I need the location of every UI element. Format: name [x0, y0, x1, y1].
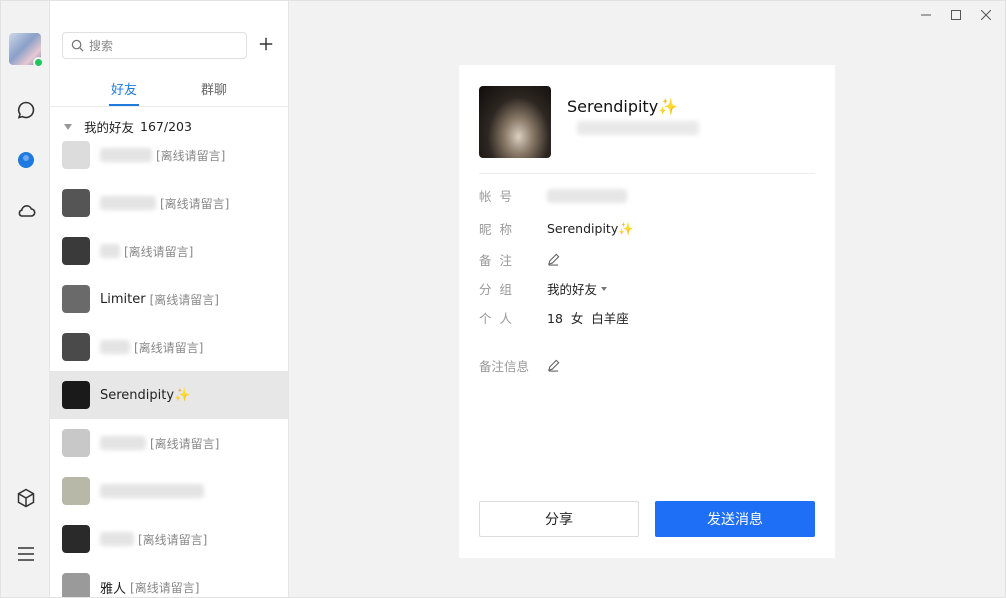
- contact-avatar: [62, 285, 90, 313]
- contact-status: [离线请留言]: [156, 148, 226, 163]
- contact-name-redacted: [100, 484, 204, 498]
- contact-status: [离线请留言]: [124, 244, 194, 259]
- contact-status: [离线请留言]: [160, 196, 230, 211]
- contacts-icon[interactable]: [15, 149, 37, 171]
- contact-name: 雅人: [100, 581, 127, 597]
- contact-avatar: [62, 573, 90, 597]
- contact-list-item[interactable]: [离线请留言]: [50, 227, 288, 275]
- user-avatar[interactable]: [9, 33, 44, 68]
- contact-name-redacted: [100, 436, 146, 450]
- contact-name-redacted: [100, 244, 120, 258]
- personal-value: 18 女 白羊座: [547, 311, 629, 326]
- personal-row: 个 人 18 女 白羊座: [479, 308, 629, 327]
- maximize-icon: [951, 10, 961, 20]
- cloud-icon[interactable]: [15, 199, 37, 221]
- contact-name: Serendipity✨: [100, 387, 191, 403]
- remark-edit-icon[interactable]: [547, 253, 560, 266]
- contact-status: [离线请留言]: [130, 580, 200, 595]
- contact-name-redacted: [100, 340, 130, 354]
- profile-name: Serendipity✨: [567, 97, 679, 116]
- contact-avatar: [62, 381, 90, 409]
- contact-list-item[interactable]: [50, 467, 288, 515]
- divider: [479, 173, 815, 174]
- account-label: 帐 号: [479, 189, 512, 204]
- app-center-cube-icon[interactable]: [15, 487, 37, 509]
- contact-name-redacted: [100, 196, 156, 210]
- chat-icon[interactable]: [15, 99, 37, 121]
- contact-status: [离线请留言]: [138, 532, 208, 547]
- contact-list-item[interactable]: [离线请留言]: [50, 515, 288, 563]
- contacts-panel: 好友 群聊 我的好友 167/203 [离线请留言][离线请留言][离线请留言]…: [50, 1, 289, 597]
- group-row: 分 组 我的好友: [479, 279, 608, 298]
- contact-avatar: [62, 525, 90, 553]
- remark-label: 备 注: [479, 253, 512, 268]
- maximize-button[interactable]: [941, 7, 971, 23]
- close-icon: [981, 10, 991, 20]
- close-button[interactable]: [971, 7, 1001, 23]
- contact-status: [离线请留言]: [134, 340, 204, 355]
- contact-tabs: 好友 群聊: [50, 71, 288, 107]
- online-status-dot: [33, 57, 44, 68]
- contact-avatar: [62, 189, 90, 217]
- chevron-down-icon: [601, 286, 608, 291]
- send-message-button[interactable]: 发送消息: [655, 501, 815, 537]
- profile-avatar[interactable]: [479, 86, 551, 158]
- contact-list-item[interactable]: Serendipity✨: [50, 371, 288, 419]
- contact-name-redacted: [100, 148, 152, 162]
- contact-avatar: [62, 237, 90, 265]
- personal-label: 个 人: [479, 311, 512, 326]
- remark-info-row: 备注信息: [479, 356, 560, 375]
- remark-info-edit-icon[interactable]: [547, 359, 560, 372]
- window-controls: [911, 7, 1001, 23]
- account-row: 帐 号: [479, 186, 627, 205]
- plus-icon: [259, 37, 273, 51]
- contact-list-item[interactable]: Limiter [离线请留言]: [50, 275, 288, 323]
- contact-status: [离线请留言]: [150, 436, 220, 451]
- group-value: 我的好友: [547, 282, 598, 297]
- tab-friends[interactable]: 好友: [108, 79, 140, 106]
- remark-info-label: 备注信息: [479, 359, 530, 374]
- nickname-row: 昵 称 Serendipity✨: [479, 219, 634, 238]
- collapse-triangle-icon: [64, 123, 72, 130]
- account-value-redacted: [547, 188, 627, 203]
- contact-avatar: [62, 429, 90, 457]
- profile-signature-redacted: [577, 121, 699, 135]
- contact-list-item[interactable]: [离线请留言]: [50, 323, 288, 371]
- remark-row: 备 注: [479, 250, 560, 269]
- contact-name-redacted: [100, 532, 134, 546]
- share-button[interactable]: 分享: [479, 501, 639, 537]
- group-select[interactable]: 我的好友: [547, 279, 608, 298]
- contact-list-item[interactable]: 雅人 [离线请留言]: [50, 563, 288, 597]
- contact-name: Limiter: [100, 291, 146, 307]
- nickname-value: Serendipity✨: [547, 220, 634, 236]
- nav-rail: [1, 1, 50, 597]
- add-button[interactable]: [257, 35, 275, 53]
- contact-list-item[interactable]: [离线请留言]: [50, 131, 288, 179]
- contact-avatar: [62, 141, 90, 169]
- contact-avatar: [62, 333, 90, 361]
- contact-list-item[interactable]: [离线请留言]: [50, 419, 288, 467]
- menu-icon[interactable]: [15, 543, 37, 565]
- nickname-label: 昵 称: [479, 222, 512, 237]
- search-input[interactable]: [89, 38, 239, 53]
- contact-status: [离线请留言]: [149, 292, 219, 307]
- main-area: Serendipity✨ 帐 号 昵 称 Serendipity✨ 备 注 分 …: [289, 1, 1005, 597]
- search-box[interactable]: [62, 32, 247, 59]
- minimize-button[interactable]: [911, 7, 941, 23]
- group-label: 分 组: [479, 282, 512, 297]
- minimize-icon: [921, 14, 931, 16]
- search-icon: [71, 39, 84, 52]
- contact-list-item[interactable]: [离线请留言]: [50, 179, 288, 227]
- contact-avatar: [62, 477, 90, 505]
- app-window: 好友 群聊 我的好友 167/203 [离线请留言][离线请留言][离线请留言]…: [0, 0, 1006, 598]
- profile-card: Serendipity✨ 帐 号 昵 称 Serendipity✨ 备 注 分 …: [459, 65, 835, 558]
- tab-groups[interactable]: 群聊: [201, 79, 227, 98]
